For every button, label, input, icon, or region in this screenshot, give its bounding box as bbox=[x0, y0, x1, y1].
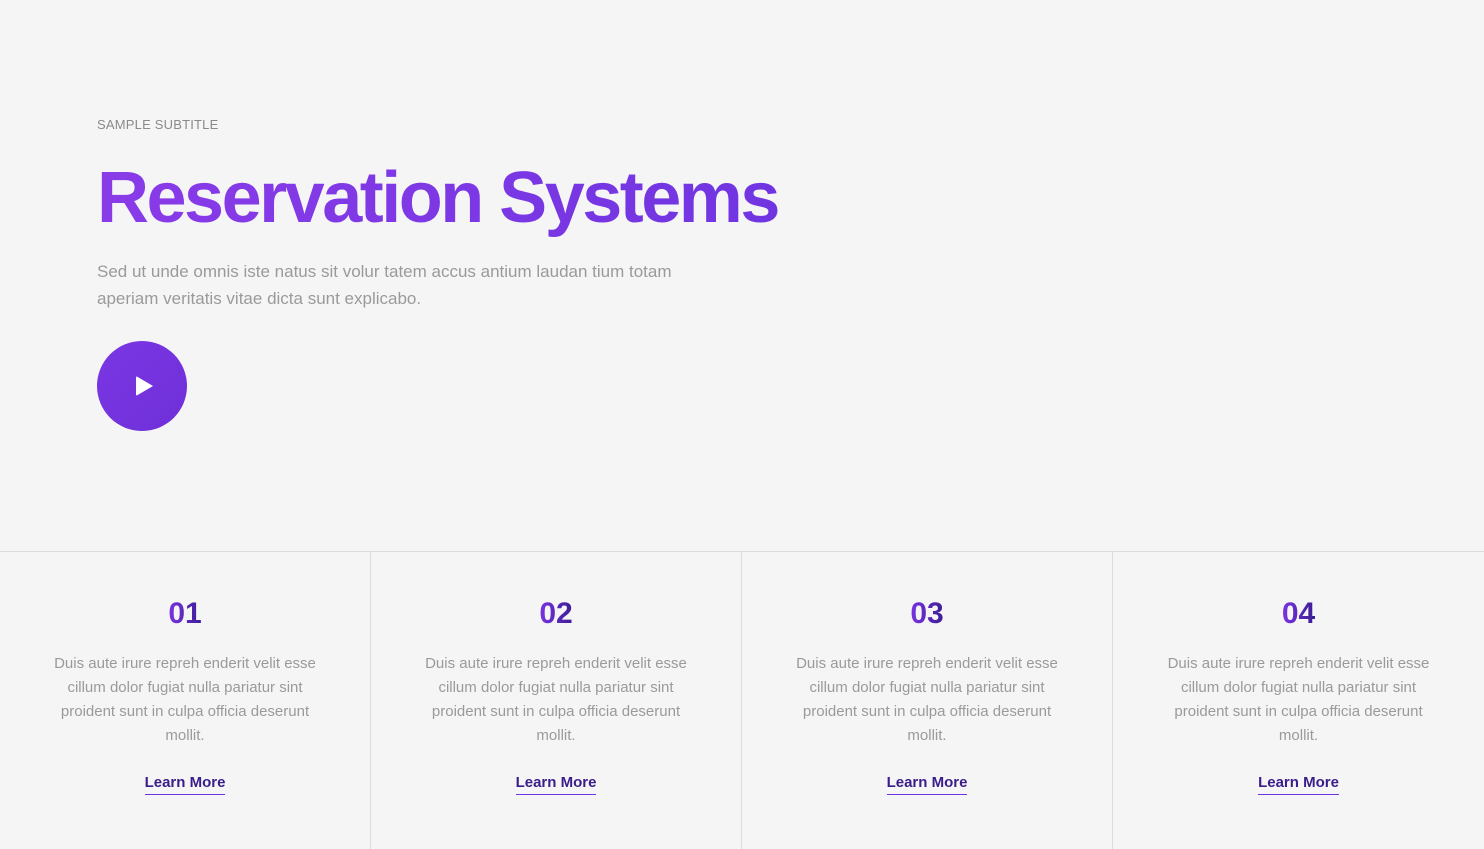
hero-description: Sed ut unde omnis iste natus sit volur t… bbox=[97, 262, 672, 308]
page-title: Reservation Systems bbox=[97, 158, 857, 238]
play-video-button[interactable] bbox=[97, 341, 187, 431]
feature-number: 03 bbox=[910, 597, 944, 630]
learn-more-link[interactable]: Learn More bbox=[515, 774, 597, 795]
page: SAMPLE SUBTITLE Reservation Systems Sed … bbox=[0, 0, 1484, 849]
learn-more-link[interactable]: Learn More bbox=[886, 774, 968, 795]
feature-text: Duis aute irure repreh enderit velit ess… bbox=[54, 655, 316, 744]
features-row: 01 Duis aute irure repreh enderit velit … bbox=[0, 551, 1484, 849]
learn-more-link[interactable]: Learn More bbox=[1258, 774, 1339, 795]
feature-text: Duis aute irure repreh enderit velit ess… bbox=[796, 655, 1058, 744]
feature-text: Duis aute irure repreh enderit velit ess… bbox=[425, 655, 687, 744]
learn-more-link[interactable]: Learn More bbox=[144, 774, 226, 795]
feature-card: 03 Duis aute irure repreh enderit velit … bbox=[742, 552, 1113, 849]
feature-text: Duis aute irure repreh enderit velit ess… bbox=[1167, 655, 1430, 744]
feature-card: 04 Duis aute irure repreh enderit velit … bbox=[1113, 552, 1484, 849]
feature-number: 04 bbox=[1281, 597, 1316, 630]
feature-card: 02 Duis aute irure repreh enderit velit … bbox=[371, 552, 742, 849]
feature-number: 02 bbox=[539, 597, 573, 630]
feature-card: 01 Duis aute irure repreh enderit velit … bbox=[0, 552, 371, 849]
hero-subtitle: SAMPLE SUBTITLE bbox=[97, 117, 219, 132]
hero-section: SAMPLE SUBTITLE Reservation Systems Sed … bbox=[97, 117, 857, 312]
play-icon bbox=[135, 376, 153, 396]
feature-number: 01 bbox=[168, 597, 202, 630]
